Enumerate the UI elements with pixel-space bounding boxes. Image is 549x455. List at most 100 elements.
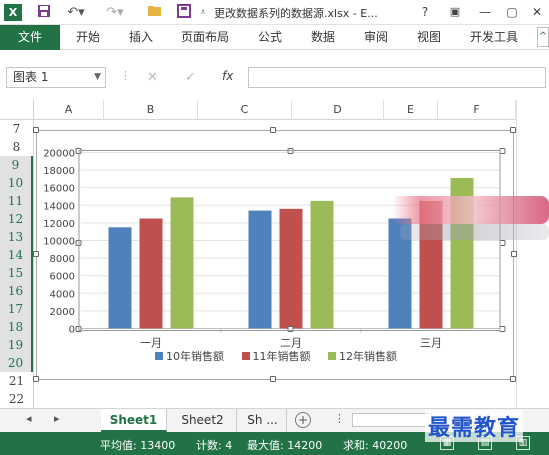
row-header[interactable]: 22 bbox=[0, 390, 33, 408]
legend-swatch bbox=[155, 352, 163, 360]
chart-resize-handle[interactable] bbox=[33, 251, 39, 257]
plot-area-handle bbox=[499, 240, 506, 246]
tab-developer[interactable]: 开发工具 bbox=[470, 25, 518, 50]
chart-object[interactable]: 0 2000 4000 6000 8000 10000 12000 14000 16000 180… bbox=[36, 130, 514, 380]
save-icon[interactable] bbox=[36, 4, 52, 21]
blurred-overlay bbox=[392, 196, 549, 224]
name-box[interactable]: 图表 1 ▼ bbox=[6, 67, 106, 88]
row-header[interactable]: 8 bbox=[0, 138, 33, 156]
row-header[interactable]: 21 bbox=[0, 372, 33, 390]
close-button[interactable]: ✕ bbox=[528, 3, 546, 21]
horizontal-scrollbar[interactable] bbox=[352, 413, 432, 427]
y-tick-label: 0 bbox=[69, 325, 75, 336]
y-tick-label: 14000 bbox=[43, 201, 75, 212]
status-average: 平均值: 13400 bbox=[100, 439, 176, 452]
legend-label: 10年销售额 bbox=[166, 350, 224, 363]
tab-file[interactable]: 文件 bbox=[0, 25, 60, 50]
ribbon-tabs: 文件 开始 插入 页面布局 公式 数据 审阅 视图 开发工具 ^ bbox=[0, 25, 549, 50]
cancel-icon[interactable]: ✕ bbox=[147, 69, 158, 86]
plot-area-handle bbox=[499, 326, 506, 332]
add-sheet-button[interactable]: + bbox=[295, 412, 311, 428]
chart-plot-area[interactable]: 0 2000 4000 6000 8000 10000 12000 14000 16000 180… bbox=[43, 136, 506, 376]
chart-legend[interactable]: 10年销售额 11年销售额 12年销售额 bbox=[37, 348, 515, 364]
tab-review[interactable]: 审阅 bbox=[364, 25, 388, 50]
redo-icon[interactable]: ↷▾ bbox=[104, 4, 126, 21]
chart-resize-handle[interactable] bbox=[510, 127, 516, 133]
chart-resize-handle[interactable] bbox=[270, 127, 276, 133]
customize-qa-icon[interactable]: ⩡ bbox=[198, 4, 208, 21]
row-header[interactable]: 14 bbox=[0, 246, 33, 264]
sheet-tab-sheet1[interactable]: Sheet1 bbox=[101, 409, 167, 432]
tab-data[interactable]: 数据 bbox=[311, 25, 335, 50]
column-header-a[interactable]: A bbox=[34, 100, 104, 120]
legend-item: 10年销售额 bbox=[155, 348, 224, 364]
minimize-button[interactable]: — bbox=[476, 3, 494, 21]
row-header[interactable]: 9 bbox=[0, 156, 33, 174]
legend-item: 12年销售额 bbox=[328, 348, 397, 364]
formula-bar: 图表 1 ▼ ⋮ ✕ ✓ fx bbox=[0, 50, 549, 98]
watermark-logo: 最需教育 bbox=[425, 410, 524, 442]
status-sum: 求和: 40200 bbox=[343, 439, 408, 452]
column-header-b[interactable]: B bbox=[104, 100, 198, 120]
chart-resize-handle[interactable] bbox=[270, 376, 276, 382]
window-title: 更改数据系列的数据源.xlsx - E... bbox=[214, 7, 378, 20]
excel-app-icon: X bbox=[4, 4, 22, 21]
sheet-nav-prev-icon[interactable]: ◂ bbox=[26, 412, 32, 425]
column-header-d[interactable]: D bbox=[292, 100, 384, 120]
column-header-e[interactable]: E bbox=[384, 100, 438, 120]
row-header[interactable]: 20 bbox=[0, 354, 33, 372]
sheet-tab-sheet2[interactable]: Sheet2 bbox=[169, 409, 237, 432]
blurred-overlay bbox=[400, 224, 549, 240]
row-header[interactable]: 13 bbox=[0, 228, 33, 246]
tabs-grip[interactable]: ⋮ bbox=[334, 412, 345, 425]
tab-home[interactable]: 开始 bbox=[76, 25, 100, 50]
tab-formulas[interactable]: 公式 bbox=[258, 25, 282, 50]
enter-icon[interactable]: ✓ bbox=[185, 69, 196, 86]
tab-insert[interactable]: 插入 bbox=[129, 25, 153, 50]
insert-function-icon[interactable]: fx bbox=[222, 69, 233, 83]
y-tick-label: 8000 bbox=[50, 254, 75, 265]
help-icon[interactable]: ? bbox=[416, 3, 434, 21]
chart-bar bbox=[310, 200, 334, 329]
undo-icon[interactable]: ↶▾ bbox=[66, 4, 86, 21]
chevron-down-icon[interactable]: ▼ bbox=[94, 68, 101, 87]
row-header[interactable]: 7 bbox=[0, 120, 33, 138]
sheet-tab-more[interactable]: Sh ... bbox=[239, 409, 287, 432]
status-max: 最大值: 14200 bbox=[247, 439, 323, 452]
ribbon-display-icon[interactable]: ▣ bbox=[446, 3, 464, 21]
chart-bar bbox=[279, 208, 303, 329]
formula-input[interactable] bbox=[248, 67, 546, 88]
status-count: 计数: 4 bbox=[196, 439, 233, 452]
row-header[interactable]: 18 bbox=[0, 318, 33, 336]
y-tick-label: 16000 bbox=[43, 184, 75, 195]
open-folder-icon[interactable] bbox=[146, 4, 164, 21]
row-header[interactable]: 16 bbox=[0, 282, 33, 300]
chart-resize-handle[interactable] bbox=[510, 376, 516, 382]
row-header[interactable]: 11 bbox=[0, 192, 33, 210]
y-tick-label: 20000 bbox=[43, 149, 75, 160]
y-tick-label: 12000 bbox=[43, 219, 75, 230]
tab-view[interactable]: 视图 bbox=[417, 25, 441, 50]
chart-resize-handle[interactable] bbox=[33, 376, 39, 382]
column-header-c[interactable]: C bbox=[198, 100, 292, 120]
ribbon-collapse-button[interactable]: ^ bbox=[537, 27, 549, 47]
chart-resize-handle[interactable] bbox=[33, 127, 39, 133]
y-tick-label: 6000 bbox=[50, 272, 75, 283]
legend-label: 11年销售额 bbox=[252, 350, 311, 363]
title-bar: X ↶▾ ↷▾ ⩡ 更改数据系列的数据源.xlsx - E... ? ▣ — ▢… bbox=[0, 0, 549, 25]
sheet-nav-next-icon[interactable]: ▸ bbox=[54, 412, 60, 425]
restore-button[interactable]: ▢ bbox=[503, 3, 521, 21]
chart-resize-handle[interactable] bbox=[511, 251, 517, 257]
formula-bar-grip[interactable]: ⋮ bbox=[120, 69, 131, 82]
vertical-scroll-area[interactable] bbox=[516, 100, 549, 408]
quick-access-icon[interactable] bbox=[175, 4, 193, 21]
row-header[interactable]: 10 bbox=[0, 174, 33, 192]
row-header[interactable]: 19 bbox=[0, 336, 33, 354]
row-header[interactable]: 17 bbox=[0, 300, 33, 318]
select-all-corner[interactable] bbox=[0, 100, 34, 120]
row-header[interactable]: 15 bbox=[0, 264, 33, 282]
row-header[interactable]: 12 bbox=[0, 210, 33, 228]
column-header-f[interactable]: F bbox=[438, 100, 516, 120]
tab-page-layout[interactable]: 页面布局 bbox=[181, 25, 229, 50]
y-tick-label: 2000 bbox=[50, 307, 75, 318]
